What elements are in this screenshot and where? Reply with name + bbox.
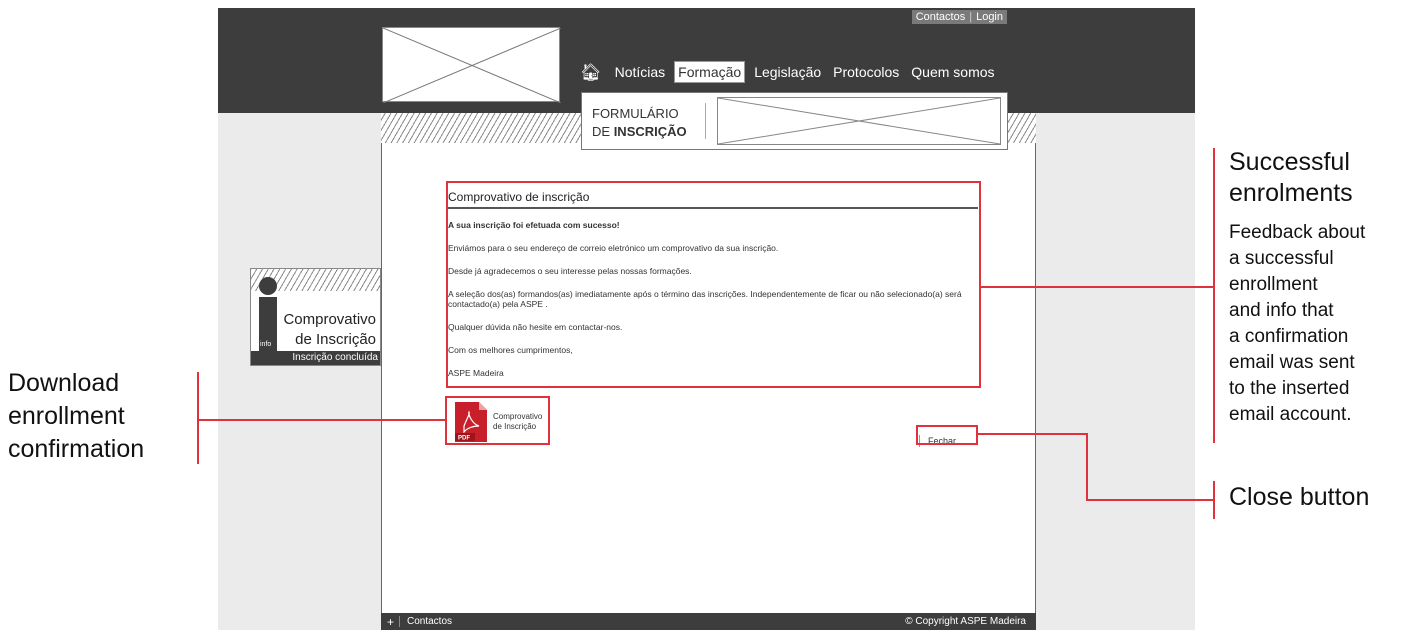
status-badge: Inscrição concluída: [251, 351, 380, 365]
annotation-success-title: Successful enrolments: [1229, 148, 1353, 207]
nav-item-quem-somos[interactable]: Quem somos: [908, 62, 997, 82]
info-icon: [259, 277, 277, 295]
hatch-decoration: [1006, 113, 1036, 143]
connector-line: [197, 419, 445, 421]
divider: [705, 103, 706, 139]
top-links: Contactos | Login: [911, 10, 1007, 24]
nav-item-legislacao[interactable]: Legislação: [751, 62, 824, 82]
connector-line: [197, 372, 199, 464]
nav-item-noticias[interactable]: Notícias: [612, 62, 669, 82]
highlight-close: [916, 425, 978, 445]
widget-subtitle: de Inscrição: [295, 331, 376, 348]
logo-placeholder[interactable]: [382, 27, 561, 103]
status-widget: info Comprovativo de Inscrição Inscrição…: [250, 268, 381, 366]
contactos-link[interactable]: Contactos: [916, 11, 966, 23]
form-title: FORMULÁRIO DE INSCRIÇÃO: [592, 106, 687, 139]
annotation-download: Download enrollment confirmation: [8, 369, 145, 463]
connector-line: [1213, 148, 1215, 443]
form-header-box: FORMULÁRIO DE INSCRIÇÃO: [581, 92, 1008, 150]
nav-item-protocolos[interactable]: Protocolos: [830, 62, 902, 82]
login-link[interactable]: Login: [976, 11, 1003, 23]
highlight-receipt: [446, 181, 981, 388]
hatch-decoration: [381, 113, 581, 143]
widget-title: Comprovativo: [283, 311, 376, 328]
connector-line: [1213, 481, 1215, 519]
connector-line: [1086, 499, 1214, 501]
home-icon[interactable]: 🏠︎: [580, 64, 602, 81]
connector-line: [978, 433, 1087, 435]
connector-line: [1086, 433, 1088, 500]
plus-icon[interactable]: +: [387, 615, 394, 629]
main-nav: 🏠︎ Notícias Formação Legislação Protocol…: [580, 59, 1004, 85]
nav-item-formacao[interactable]: Formação: [674, 61, 746, 83]
info-label: info: [260, 341, 272, 348]
highlight-pdf: [445, 396, 550, 445]
copyright-text: © Copyright ASPE Madeira: [905, 616, 1026, 627]
annotation-success-desc: Feedback about a successful enrollment a…: [1229, 222, 1366, 425]
connector-line: [981, 286, 1214, 288]
banner-image-placeholder: [717, 97, 1001, 145]
annotation-close: Close button: [1229, 483, 1370, 511]
site-footer: + Contactos © Copyright ASPE Madeira: [381, 613, 1036, 630]
footer-contact-link[interactable]: Contactos: [407, 616, 452, 627]
